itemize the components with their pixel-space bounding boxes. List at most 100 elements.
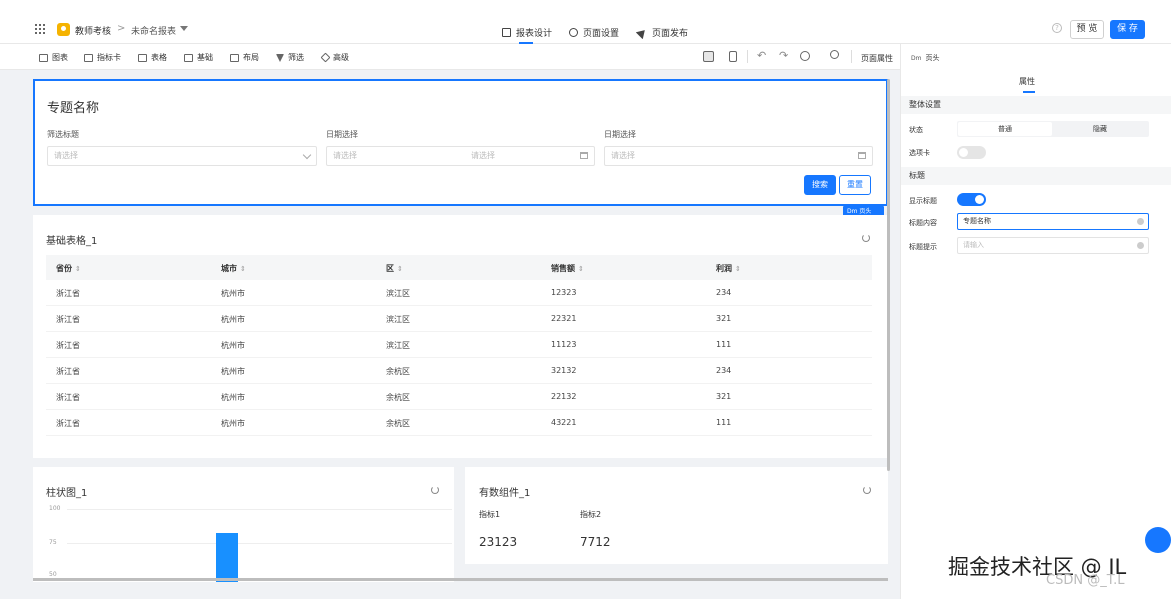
toolbar-advanced[interactable]: 高级 [320, 52, 349, 63]
refresh-icon[interactable] [863, 486, 871, 494]
undo-icon[interactable]: ↶ [757, 49, 766, 62]
basic-icon [184, 53, 193, 62]
sort-icon: ⇕ [578, 265, 584, 273]
indicator-card-component[interactable]: 有数组件_1 指标1 23123 指标2 7712 [465, 467, 888, 564]
tab-card-switch[interactable] [957, 146, 986, 159]
tab-properties[interactable]: 属性 [1019, 76, 1035, 87]
table-row: 浙江省 杭州市 余杭区 22132 321 [46, 384, 872, 410]
search-button[interactable]: 搜索 [804, 175, 836, 195]
toolbar-filter[interactable]: 筛选 [276, 52, 304, 63]
table-row: 浙江省 杭州市 滨江区 22321 321 [46, 306, 872, 332]
indicator-value: 23123 [479, 535, 518, 549]
desktop-view-icon[interactable] [703, 51, 714, 62]
calendar-icon [580, 152, 588, 159]
report-name[interactable]: 未命名报表 [131, 24, 176, 37]
basic-table-component[interactable]: 基础表格_1 省份 ⇕ 城市 ⇕ 区 ⇕ 销售额 ⇕ 利润 ⇕ 浙江省 杭州市 滨江区 1… [33, 215, 888, 458]
date-picker[interactable]: 请选择 [604, 146, 873, 166]
gear-icon [569, 28, 578, 37]
floating-assistant-button[interactable] [1145, 527, 1171, 553]
indicator-card-icon [84, 53, 93, 62]
redo-icon[interactable]: ↷ [779, 49, 788, 62]
canvas-scrollbar-horizontal[interactable] [33, 578, 888, 581]
calendar-icon [858, 152, 866, 159]
tab-page-settings[interactable]: 页面设置 [569, 26, 619, 39]
table-cell: 321 [716, 392, 732, 401]
indicator-label: 指标1 [479, 510, 501, 519]
app-grid-icon[interactable] [35, 24, 45, 34]
search-icon[interactable] [830, 50, 839, 59]
show-title-switch[interactable] [957, 193, 986, 206]
bar[interactable] [216, 533, 238, 582]
column-header[interactable]: 销售额 ⇕ [551, 263, 584, 274]
table-cell: 杭州市 [221, 289, 245, 298]
help-icon[interactable]: ? [1052, 23, 1062, 33]
column-header[interactable]: 利润 ⇕ [716, 263, 741, 274]
sort-icon: ⇕ [240, 265, 246, 273]
reset-button[interactable]: 重置 [839, 175, 871, 195]
app-name[interactable]: 教师考核 [75, 24, 111, 37]
page-properties-button[interactable]: 页面属性 [861, 53, 893, 64]
state-option-normal[interactable]: 普通 [958, 122, 1052, 136]
toolbar-label: 筛选 [288, 53, 304, 62]
toolbar-chart[interactable]: 图表 [39, 52, 68, 63]
tab-label: 报表设计 [516, 29, 553, 39]
table-cell: 浙江省 [56, 341, 80, 350]
table-cell: 321 [716, 314, 732, 323]
toolbar-indicator-card[interactable]: 指标卡 [84, 52, 121, 63]
y-tick-label: 100 [49, 505, 61, 512]
table-row: 浙江省 杭州市 余杭区 43221 111 [46, 410, 872, 436]
tab-label: 页面发布 [652, 29, 689, 39]
title-hint-label: 标题提示 [909, 243, 937, 251]
state-option-hidden[interactable]: 隐藏 [1053, 122, 1147, 136]
state-label: 状态 [909, 126, 923, 134]
toolbar-table[interactable]: 表格 [138, 52, 167, 63]
title-content-input[interactable]: 专题名称 [957, 213, 1149, 230]
mobile-view-icon[interactable] [729, 51, 737, 62]
tab-card-label: 选项卡 [909, 149, 930, 157]
column-header[interactable]: 城市 ⇕ [221, 263, 246, 274]
switch-knob [959, 148, 968, 157]
page-header-component[interactable]: 专题名称 筛选标题 请选择 日期选择 请选择 请选择 日期选择 请选择 [33, 79, 888, 206]
chevron-down-icon [302, 150, 312, 160]
table-header: 省份 ⇕ 城市 ⇕ 区 ⇕ 销售额 ⇕ 利润 ⇕ [46, 255, 872, 280]
date-range-picker[interactable]: 请选择 请选择 [326, 146, 595, 166]
active-tab-indicator [1023, 91, 1035, 93]
column-header[interactable]: 省份 ⇕ [56, 263, 81, 274]
column-header[interactable]: 区 ⇕ [386, 263, 403, 274]
table-cell: 浙江省 [56, 315, 80, 324]
show-title-label: 显示标题 [909, 197, 937, 205]
watermark-sub: CSDN @_T.L [1046, 573, 1125, 588]
state-segmented-control[interactable]: 普通 隐藏 [957, 121, 1149, 137]
table-cell: 杭州市 [221, 367, 245, 376]
tab-report-design[interactable]: 报表设计 [502, 26, 552, 39]
tab-page-publish[interactable]: 页面发布 [635, 26, 689, 39]
advanced-icon [320, 52, 331, 63]
table-cell: 234 [716, 366, 732, 375]
toolbar-label: 图表 [52, 53, 68, 62]
title-hint-input[interactable]: 请输入 [957, 237, 1149, 254]
select-placeholder: 请选择 [54, 151, 78, 160]
clear-icon[interactable] [1137, 218, 1144, 225]
table-cell: 杭州市 [221, 341, 245, 350]
filter-select[interactable]: 请选择 [47, 146, 317, 166]
toolbar-label: 基础 [197, 53, 213, 62]
save-button[interactable]: 保 存 [1110, 20, 1145, 39]
indicator-card-title: 有数组件_1 [479, 488, 531, 499]
panel-header: Dm 页头 [911, 53, 939, 63]
caret-down-icon[interactable] [180, 26, 188, 31]
y-tick-label: 75 [49, 539, 57, 546]
app-logo-icon [57, 23, 70, 36]
toolbar-basic[interactable]: 基础 [184, 52, 213, 63]
bar-chart-component[interactable]: 柱状图_1 100 75 50 [33, 467, 454, 582]
sort-icon: ⇕ [735, 265, 741, 273]
clear-icon[interactable] [1137, 242, 1144, 249]
history-icon[interactable] [800, 51, 810, 61]
topic-title: 专题名称 [47, 101, 100, 116]
refresh-icon[interactable] [862, 234, 870, 242]
refresh-icon[interactable] [431, 486, 439, 494]
preview-button[interactable]: 预 览 [1070, 20, 1104, 39]
canvas-scrollbar-vertical[interactable] [887, 79, 890, 471]
report-design-icon [502, 28, 511, 37]
table-cell: 杭州市 [221, 393, 245, 402]
toolbar-layout[interactable]: 布局 [230, 52, 259, 63]
